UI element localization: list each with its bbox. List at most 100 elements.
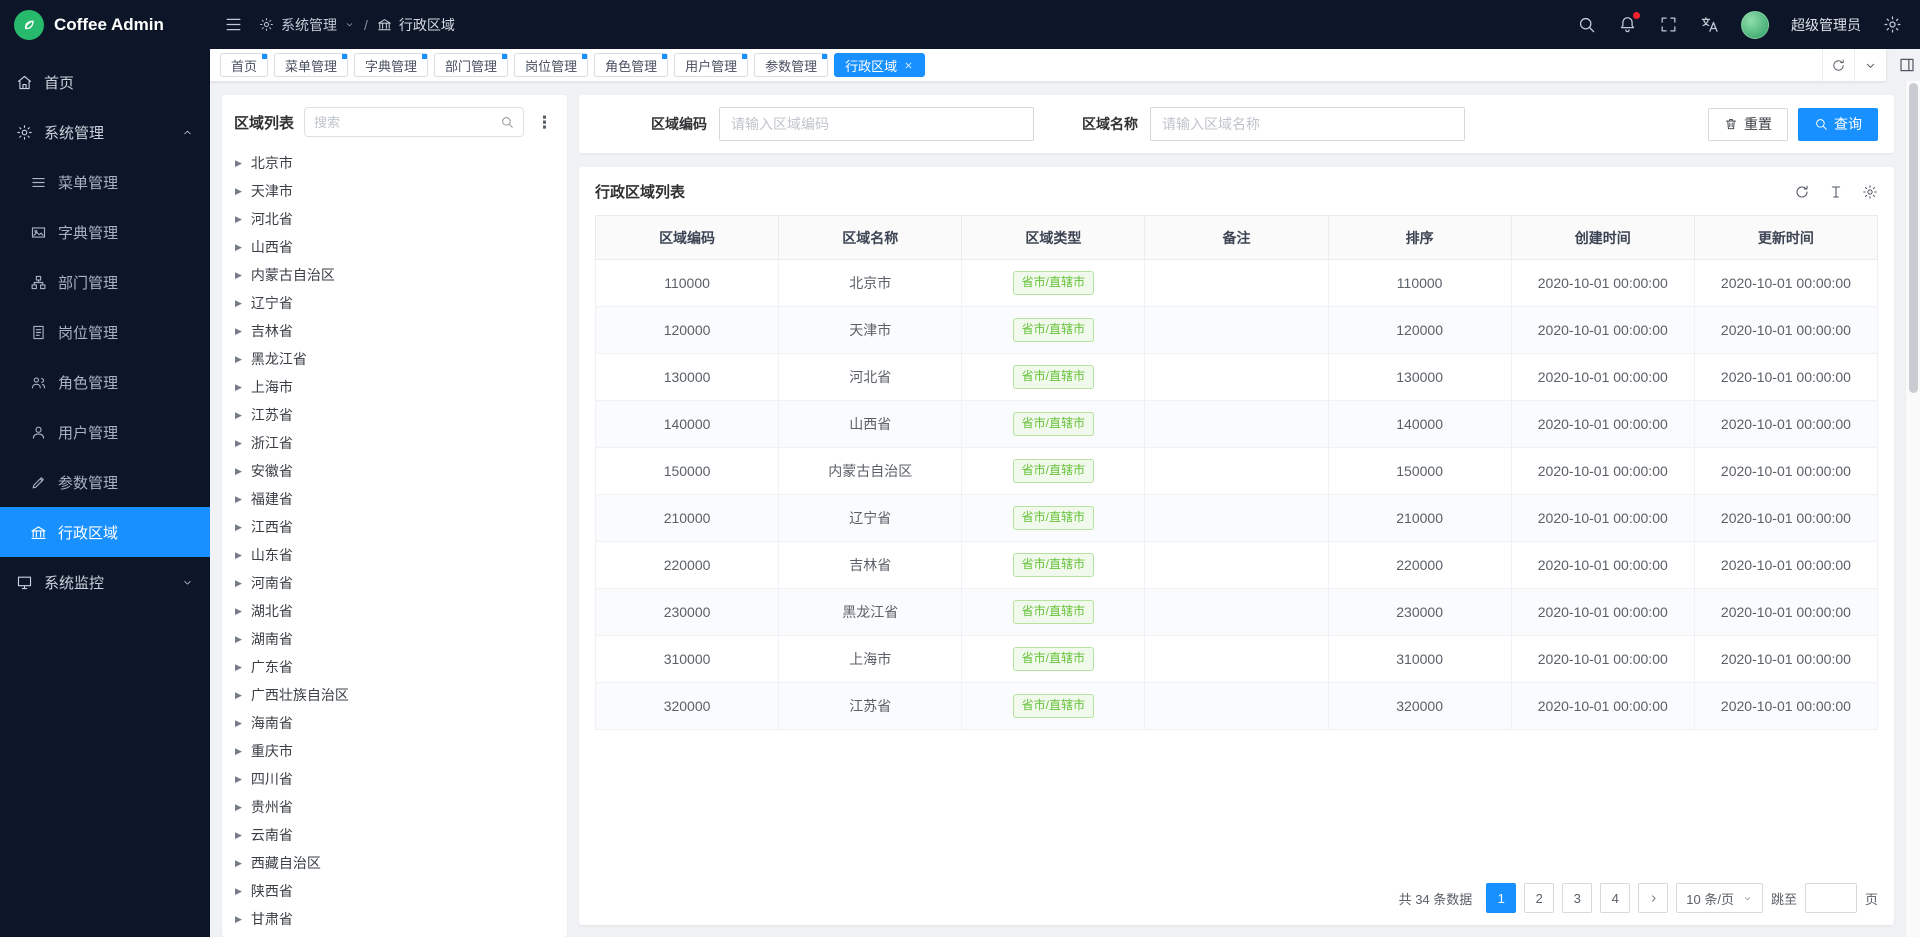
region-code-input[interactable] bbox=[719, 107, 1034, 141]
tree-item[interactable]: ▶四川省 bbox=[222, 765, 567, 793]
sidebar-item-home[interactable]: 首页 bbox=[0, 57, 210, 107]
caret-right-icon[interactable]: ▶ bbox=[235, 298, 242, 309]
refresh-tabs-button[interactable] bbox=[1822, 49, 1854, 81]
avatar[interactable] bbox=[1741, 11, 1769, 39]
page-button-3[interactable]: 3 bbox=[1562, 883, 1592, 913]
tab-home[interactable]: 首页 bbox=[220, 53, 268, 77]
caret-right-icon[interactable]: ▶ bbox=[235, 214, 242, 225]
tab-role-mgmt[interactable]: 角色管理 bbox=[594, 53, 668, 77]
tree-item[interactable]: ▶黑龙江省 bbox=[222, 345, 567, 373]
page-button-1[interactable]: 1 bbox=[1486, 883, 1516, 913]
tree-item[interactable]: ▶青海省 bbox=[222, 933, 567, 937]
caret-right-icon[interactable]: ▶ bbox=[235, 354, 242, 365]
tree-item[interactable]: ▶天津市 bbox=[222, 177, 567, 205]
sidebar-item-dict-mgmt[interactable]: 字典管理 bbox=[0, 207, 210, 257]
tree-item[interactable]: ▶江苏省 bbox=[222, 401, 567, 429]
sidebar-item-region[interactable]: 行政区域 bbox=[0, 507, 210, 557]
tree-item[interactable]: ▶贵州省 bbox=[222, 793, 567, 821]
tree-item[interactable]: ▶安徽省 bbox=[222, 457, 567, 485]
tree-item[interactable]: ▶北京市 bbox=[222, 149, 567, 177]
tab-dict-mgmt[interactable]: 字典管理 bbox=[354, 53, 428, 77]
tree-item[interactable]: ▶山西省 bbox=[222, 233, 567, 261]
sidebar-item-post-mgmt[interactable]: 岗位管理 bbox=[0, 307, 210, 357]
tree-item[interactable]: ▶上海市 bbox=[222, 373, 567, 401]
tree-item[interactable]: ▶吉林省 bbox=[222, 317, 567, 345]
caret-right-icon[interactable]: ▶ bbox=[235, 270, 242, 281]
caret-right-icon[interactable]: ▶ bbox=[235, 158, 242, 169]
tree-item[interactable]: ▶辽宁省 bbox=[222, 289, 567, 317]
tree-item[interactable]: ▶河北省 bbox=[222, 205, 567, 233]
sidebar-item-menu-mgmt[interactable]: 菜单管理 bbox=[0, 157, 210, 207]
caret-right-icon[interactable]: ▶ bbox=[235, 858, 242, 869]
tree-item[interactable]: ▶广西壮族自治区 bbox=[222, 681, 567, 709]
tree-item[interactable]: ▶湖南省 bbox=[222, 625, 567, 653]
page-size-select[interactable]: 10 条/页 bbox=[1676, 883, 1763, 913]
tree-item[interactable]: ▶河南省 bbox=[222, 569, 567, 597]
caret-right-icon[interactable]: ▶ bbox=[235, 410, 242, 421]
tab-param-mgmt[interactable]: 参数管理 bbox=[754, 53, 828, 77]
caret-right-icon[interactable]: ▶ bbox=[235, 550, 242, 561]
username[interactable]: 超级管理员 bbox=[1791, 15, 1861, 35]
tree-item[interactable]: ▶西藏自治区 bbox=[222, 849, 567, 877]
caret-right-icon[interactable]: ▶ bbox=[235, 326, 242, 337]
page-button-4[interactable]: 4 bbox=[1600, 883, 1630, 913]
caret-right-icon[interactable]: ▶ bbox=[235, 914, 242, 925]
caret-right-icon[interactable]: ▶ bbox=[235, 522, 242, 533]
density-icon[interactable] bbox=[1828, 184, 1844, 200]
reset-button[interactable]: 重置 bbox=[1708, 108, 1788, 141]
close-icon[interactable] bbox=[903, 60, 914, 71]
caret-right-icon[interactable]: ▶ bbox=[235, 578, 242, 589]
caret-right-icon[interactable]: ▶ bbox=[235, 746, 242, 757]
tree-item[interactable]: ▶陕西省 bbox=[222, 877, 567, 905]
scrollbar-thumb[interactable] bbox=[1909, 83, 1918, 393]
tab-region[interactable]: 行政区域 bbox=[834, 53, 925, 77]
settings-gear-icon[interactable] bbox=[1883, 15, 1902, 34]
region-name-input[interactable] bbox=[1150, 107, 1465, 141]
tab-actions-button[interactable] bbox=[1854, 49, 1886, 81]
tab-menu-mgmt[interactable]: 菜单管理 bbox=[274, 53, 348, 77]
app-logo[interactable]: Coffee Admin bbox=[0, 0, 210, 49]
notification-button[interactable] bbox=[1618, 15, 1637, 34]
fullscreen-icon[interactable] bbox=[1659, 15, 1678, 34]
tree-item[interactable]: ▶内蒙古自治区 bbox=[222, 261, 567, 289]
refresh-table-icon[interactable] bbox=[1794, 184, 1810, 200]
tree-item[interactable]: ▶甘肃省 bbox=[222, 905, 567, 933]
search-icon[interactable] bbox=[500, 115, 514, 129]
next-page-button[interactable] bbox=[1638, 883, 1668, 913]
caret-right-icon[interactable]: ▶ bbox=[235, 662, 242, 673]
caret-right-icon[interactable]: ▶ bbox=[235, 438, 242, 449]
column-settings-icon[interactable] bbox=[1862, 184, 1878, 200]
breadcrumb-root[interactable]: 系统管理 bbox=[259, 15, 355, 35]
tree-item[interactable]: ▶山东省 bbox=[222, 541, 567, 569]
tree-item[interactable]: ▶重庆市 bbox=[222, 737, 567, 765]
sidebar-item-param-mgmt[interactable]: 参数管理 bbox=[0, 457, 210, 507]
tab-user-mgmt[interactable]: 用户管理 bbox=[674, 53, 748, 77]
tree-item[interactable]: ▶云南省 bbox=[222, 821, 567, 849]
jump-page-input[interactable] bbox=[1805, 883, 1857, 913]
sidebar-item-system-monitor[interactable]: 系统监控 bbox=[0, 557, 210, 607]
caret-right-icon[interactable]: ▶ bbox=[235, 830, 242, 841]
sidebar-item-dept-mgmt[interactable]: 部门管理 bbox=[0, 257, 210, 307]
tab-post-mgmt[interactable]: 岗位管理 bbox=[514, 53, 588, 77]
tree-item[interactable]: ▶海南省 bbox=[222, 709, 567, 737]
tree-search-input[interactable] bbox=[314, 115, 494, 130]
caret-right-icon[interactable]: ▶ bbox=[235, 886, 242, 897]
search-button[interactable]: 查询 bbox=[1798, 108, 1878, 141]
tree-item[interactable]: ▶江西省 bbox=[222, 513, 567, 541]
caret-right-icon[interactable]: ▶ bbox=[235, 242, 242, 253]
collapse-sidebar-icon[interactable] bbox=[224, 15, 243, 34]
caret-right-icon[interactable]: ▶ bbox=[235, 690, 242, 701]
tab-dept-mgmt[interactable]: 部门管理 bbox=[434, 53, 508, 77]
tree-item[interactable]: ▶湖北省 bbox=[222, 597, 567, 625]
sidebar-item-role-mgmt[interactable]: 角色管理 bbox=[0, 357, 210, 407]
caret-right-icon[interactable]: ▶ bbox=[235, 606, 242, 617]
tree-item[interactable]: ▶浙江省 bbox=[222, 429, 567, 457]
search-icon[interactable] bbox=[1577, 15, 1596, 34]
sidebar-item-user-mgmt[interactable]: 用户管理 bbox=[0, 407, 210, 457]
more-actions-icon[interactable]: ⋮ bbox=[534, 114, 555, 131]
tree-item[interactable]: ▶广东省 bbox=[222, 653, 567, 681]
tree-item[interactable]: ▶福建省 bbox=[222, 485, 567, 513]
layout-toggle-icon[interactable] bbox=[1898, 56, 1916, 74]
caret-right-icon[interactable]: ▶ bbox=[235, 466, 242, 477]
caret-right-icon[interactable]: ▶ bbox=[235, 802, 242, 813]
